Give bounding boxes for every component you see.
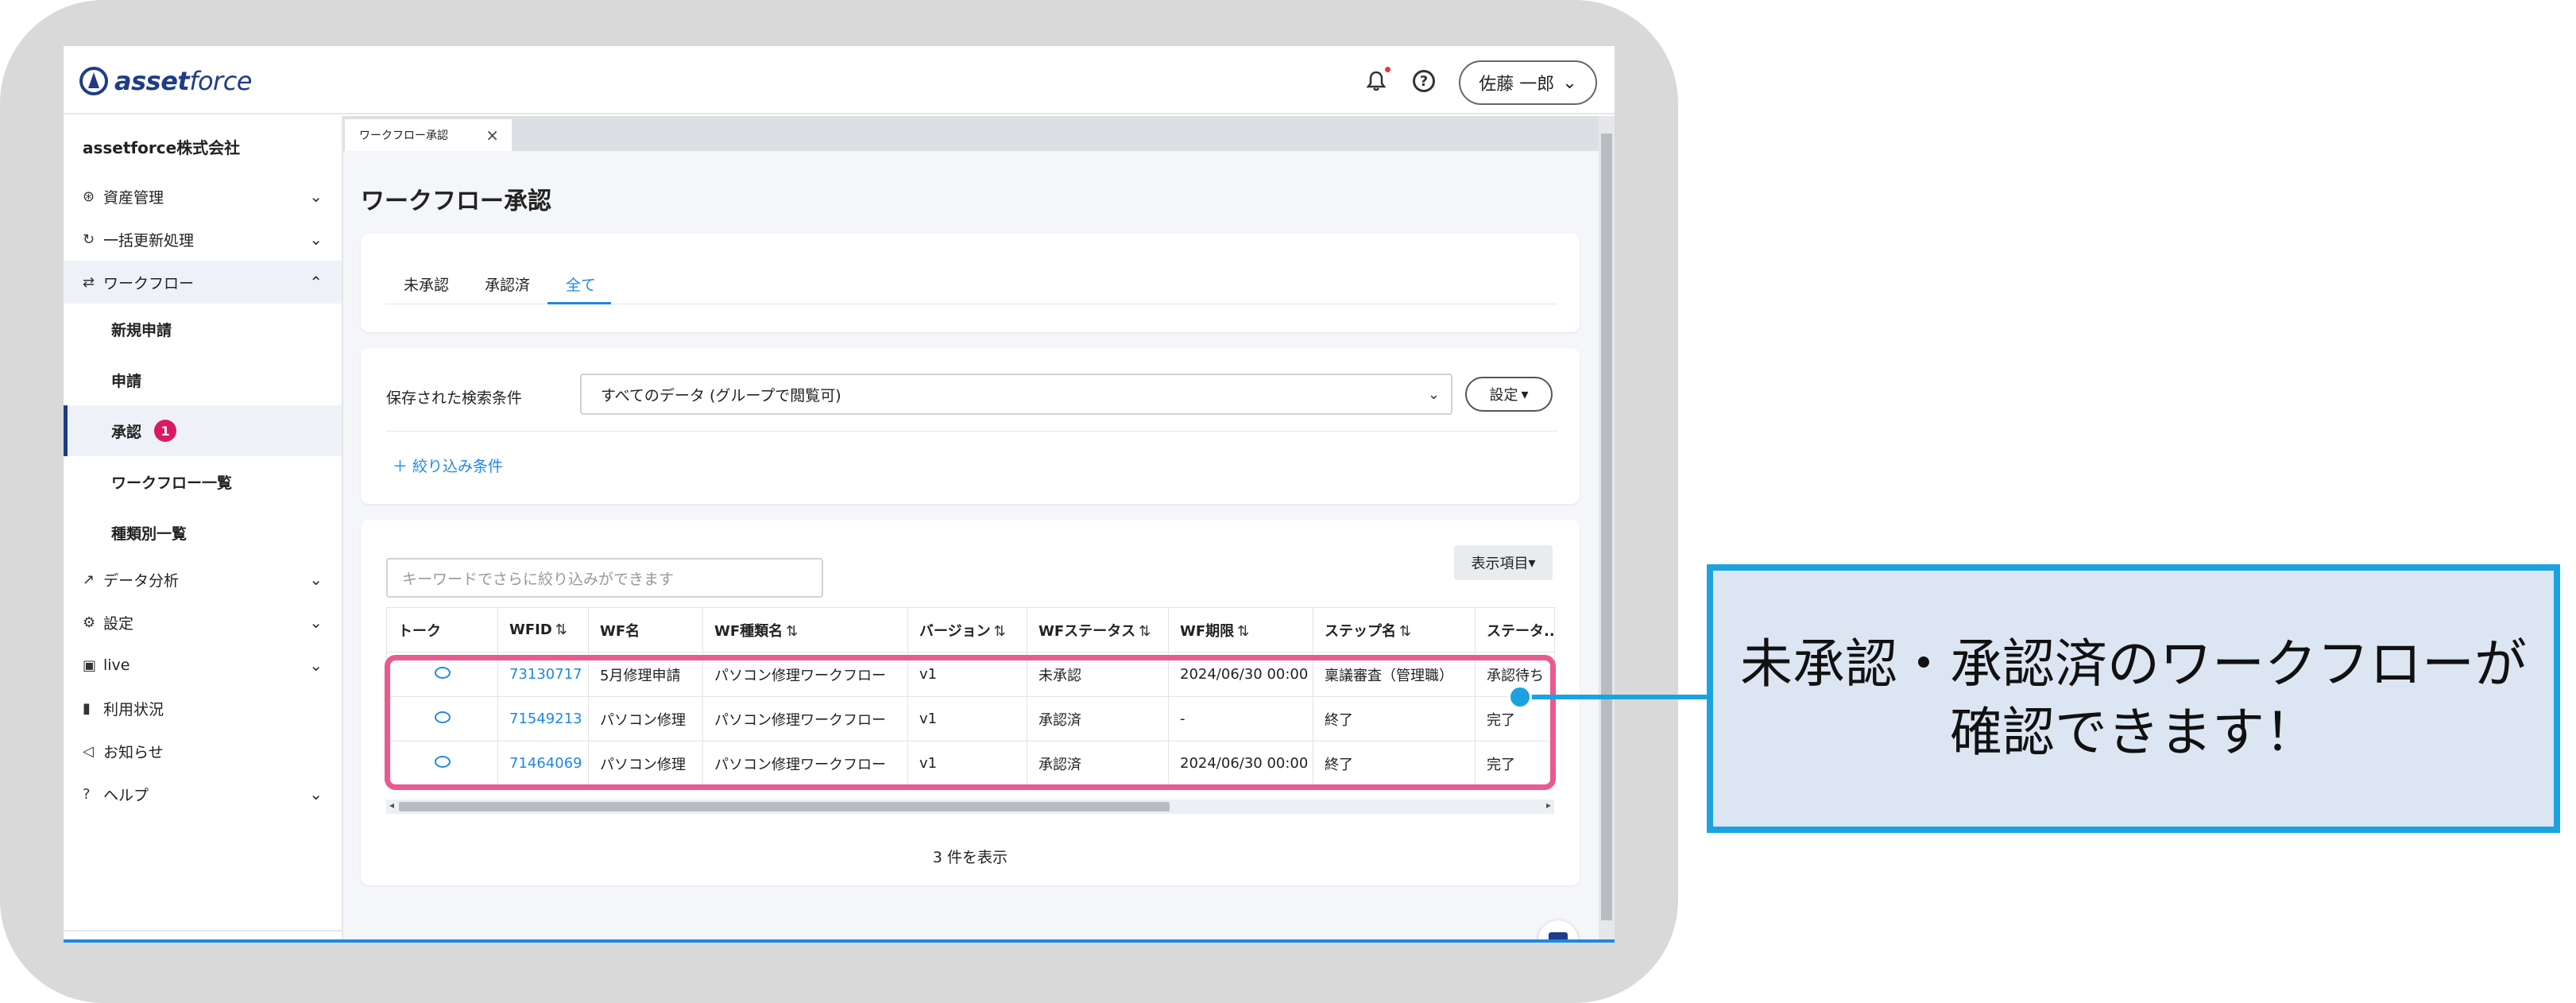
scroll-right-icon[interactable]: ▸ bbox=[1546, 800, 1551, 811]
cube-icon: ⊛ bbox=[83, 188, 95, 205]
sort-icon: ⇅ bbox=[993, 622, 1006, 640]
callout-box: 未承認・承認済のワークフローが 確認できます！ bbox=[1707, 564, 2560, 833]
sidebar-subitem-approval[interactable]: 承認 1 bbox=[64, 405, 342, 456]
megaphone-icon: ◁ bbox=[83, 742, 94, 760]
vertical-scrollbar[interactable] bbox=[1599, 116, 1615, 943]
saved-search-select[interactable]: すべてのデータ (グループで閲覧可) ⌄ bbox=[580, 374, 1452, 415]
sidebar-divider bbox=[64, 930, 342, 931]
col-header-wf-status[interactable]: WFステータス ⇅ bbox=[1027, 607, 1169, 653]
callout-text: 未承認・承認済のワークフローが 確認できます！ bbox=[1740, 633, 2527, 763]
add-filter-link[interactable]: ＋ 絞り込み条件 bbox=[393, 455, 503, 476]
sidebar-item-assets[interactable]: ⊛ 資産管理 ⌄ bbox=[64, 175, 342, 218]
user-name: 佐藤 一郎 bbox=[1479, 75, 1555, 95]
chevron-down-icon: ⌄ bbox=[1427, 385, 1440, 403]
gear-icon: ⚙ bbox=[83, 614, 96, 631]
caret-down-icon: ▾ bbox=[1528, 554, 1536, 571]
workflow-icon: ⇄ bbox=[83, 273, 95, 291]
chevron-down-icon: ⌄ bbox=[309, 187, 323, 206]
table-rows-highlight bbox=[385, 655, 1556, 790]
sidebar-item-workflow[interactable]: ⇄ ワークフロー ⌃ bbox=[64, 261, 342, 304]
horizontal-scrollbar[interactable]: ◂ ▸ bbox=[386, 800, 1554, 814]
callout-anchor-dot bbox=[1508, 685, 1532, 709]
chevron-down-icon: ⌄ bbox=[1562, 72, 1577, 93]
sidebar-subitem-requests[interactable]: 申請 bbox=[64, 354, 342, 405]
col-header-wf-deadline[interactable]: WF期限 ⇅ bbox=[1168, 607, 1313, 653]
col-header-talk: トーク bbox=[386, 607, 498, 653]
sidebar: assetforce株式会社 ⊛ 資産管理 ⌄ ↻ 一括更新処理 ⌄ ⇄ ワーク… bbox=[64, 116, 343, 943]
close-icon[interactable]: × bbox=[485, 126, 499, 145]
logo-text: assetforce bbox=[114, 66, 252, 96]
scrollbar-thumb[interactable] bbox=[399, 802, 1170, 811]
chevron-down-icon: ⌄ bbox=[309, 230, 323, 249]
active-tab-indicator bbox=[547, 302, 611, 304]
sort-icon: ⇅ bbox=[555, 622, 567, 638]
sidebar-item-live[interactable]: ▣ live ⌄ bbox=[64, 644, 342, 687]
chevron-up-icon: ⌃ bbox=[309, 273, 323, 292]
col-header-wf-name: WF名 bbox=[588, 607, 703, 653]
logo-icon bbox=[79, 67, 108, 95]
chevron-down-icon: ⌄ bbox=[309, 784, 323, 804]
page-tab-bar: ワークフロー承認 × bbox=[343, 116, 1599, 151]
scroll-left-icon[interactable]: ◂ bbox=[389, 800, 394, 811]
sidebar-subitem-by-type[interactable]: 種類別一覧 bbox=[64, 507, 342, 558]
settings-dropdown-button[interactable]: 設定 ▾ bbox=[1465, 377, 1553, 412]
sidebar-item-usage[interactable]: ▮ 利用状況 bbox=[64, 687, 342, 730]
chevron-down-icon: ⌄ bbox=[309, 570, 323, 589]
assetforce-logo[interactable]: assetforce bbox=[79, 64, 252, 99]
chevron-down-icon: ⌄ bbox=[309, 656, 323, 675]
sidebar-item-help[interactable]: ? ヘルプ ⌄ bbox=[64, 773, 342, 815]
status-tabs-card: 未承認 承認済 全て bbox=[361, 234, 1580, 332]
result-count: 3 件を表示 bbox=[932, 849, 1008, 866]
bell-icon[interactable] bbox=[1360, 65, 1392, 97]
app-header: assetforce ? 佐藤 一郎 ⌄ bbox=[64, 46, 1615, 114]
screen-bottom-accent bbox=[64, 939, 1615, 943]
col-header-version[interactable]: バージョン ⇅ bbox=[907, 607, 1027, 653]
callout-connector bbox=[1522, 695, 1710, 699]
approval-count-badge: 1 bbox=[154, 420, 177, 442]
app-screen: assetforce ? 佐藤 一郎 ⌄ assetforce株式会社 ⊛ 資産… bbox=[64, 46, 1615, 943]
sidebar-item-settings[interactable]: ⚙ 設定 ⌄ bbox=[64, 601, 342, 644]
col-header-step-name[interactable]: ステップ名 ⇅ bbox=[1313, 607, 1476, 653]
company-name: assetforce株式会社 bbox=[83, 138, 241, 157]
col-header-status: ステータ... bbox=[1475, 607, 1555, 653]
scrollbar-thumb[interactable] bbox=[1601, 134, 1612, 920]
tab-unapproved[interactable]: 未承認 bbox=[404, 273, 449, 295]
analytics-icon: ↗ bbox=[83, 571, 95, 588]
col-header-wfid[interactable]: WFID ⇅ bbox=[497, 607, 589, 653]
filter-divider bbox=[386, 431, 1557, 432]
main-content: ワークフロー承認 × ワークフロー承認 未承認 承認済 全て 保存された検索条件… bbox=[343, 116, 1615, 943]
chevron-down-icon: ⌄ bbox=[309, 613, 323, 632]
sidebar-subitem-workflow-list[interactable]: ワークフロー一覧 bbox=[64, 456, 342, 507]
table-header-row: トーク WFID ⇅ WF名 WF種類名 ⇅ バージョン ⇅ WFステータス ⇅ WF期… bbox=[386, 607, 1555, 653]
tab-approved[interactable]: 承認済 bbox=[485, 273, 530, 295]
sidebar-item-news[interactable]: ◁ お知らせ bbox=[64, 730, 342, 773]
page-title: ワークフロー承認 bbox=[361, 188, 551, 215]
bar-chart-icon: ▮ bbox=[83, 699, 91, 717]
user-menu-button[interactable]: 佐藤 一郎 ⌄ bbox=[1459, 60, 1597, 105]
sidebar-item-analytics[interactable]: ↗ データ分析 ⌄ bbox=[64, 558, 342, 601]
live-icon: ▣ bbox=[83, 656, 97, 674]
tab-all[interactable]: 全て bbox=[566, 273, 596, 295]
sort-icon: ⇅ bbox=[1237, 622, 1250, 640]
tab-workflow-approval[interactable]: ワークフロー承認 × bbox=[345, 119, 512, 151]
sort-icon: ⇅ bbox=[1399, 622, 1412, 640]
sort-icon: ⇅ bbox=[786, 622, 799, 640]
sidebar-subitem-new-request[interactable]: 新規申請 bbox=[64, 304, 342, 354]
column-display-button[interactable]: 表示項目 ▾ bbox=[1454, 545, 1553, 580]
sort-icon: ⇅ bbox=[1139, 622, 1151, 640]
caret-down-icon: ▾ bbox=[1521, 385, 1529, 403]
saved-search-card: 保存された検索条件 すべてのデータ (グループで閲覧可) ⌄ 設定 ▾ ＋ 絞り込… bbox=[361, 348, 1580, 504]
sidebar-item-bulk-update[interactable]: ↻ 一括更新処理 ⌄ bbox=[64, 218, 342, 261]
col-header-wf-type[interactable]: WF種類名 ⇅ bbox=[702, 607, 908, 653]
help-icon[interactable]: ? bbox=[1408, 65, 1440, 97]
refresh-icon: ↻ bbox=[83, 230, 95, 248]
saved-search-label: 保存された検索条件 bbox=[386, 389, 523, 407]
keyword-search-input[interactable]: キーワードでさらに絞り込みができます bbox=[386, 558, 823, 598]
help-circle-icon: ? bbox=[83, 785, 91, 803]
notification-dot bbox=[1385, 67, 1390, 72]
